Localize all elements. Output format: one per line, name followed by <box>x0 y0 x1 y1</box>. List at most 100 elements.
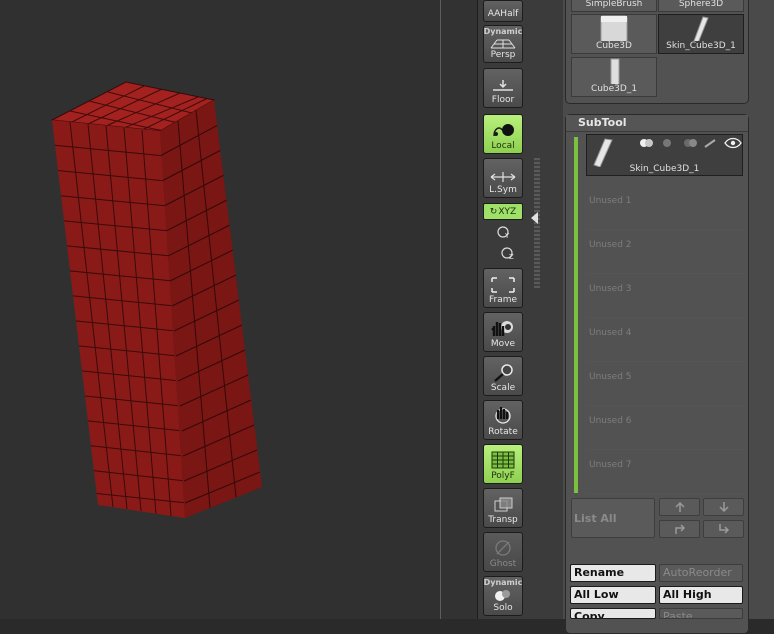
subtool-slot-unused-5[interactable]: Unused 5 <box>586 366 743 406</box>
canvas-viewport[interactable] <box>0 0 440 619</box>
z-label: Z <box>509 253 514 261</box>
symmetry-arrows-icon <box>490 172 516 182</box>
paste-label: Paste <box>663 610 693 619</box>
subtool-slot-unused-1[interactable]: Unused 1 <box>586 190 743 230</box>
subtool-slot-label: Unused 7 <box>589 460 632 470</box>
floor-button[interactable]: Floor <box>483 68 523 108</box>
arrow-up-icon <box>674 501 685 512</box>
y-label: Y <box>505 232 510 240</box>
autoreorder-label: AutoReorder <box>663 566 732 579</box>
move-down-button[interactable] <box>703 498 744 516</box>
subtool-item-active[interactable]: Skin_Cube3D_1 <box>586 134 743 176</box>
arrow-down-icon <box>718 502 729 513</box>
left-gutter <box>441 0 477 619</box>
tool-slot-skin-cube3d-1[interactable]: Skin_Cube3D_1 <box>658 14 744 54</box>
subtool-slot-unused-2[interactable]: Unused 2 <box>586 234 743 274</box>
ghost-button[interactable]: Ghost <box>483 532 523 572</box>
subtool-visibility-icons <box>640 139 716 148</box>
solo-button[interactable]: Dynamic Solo <box>483 576 523 616</box>
local-label: Local <box>491 141 515 151</box>
skin-cube-thumbnail-icon <box>593 138 613 167</box>
cube-mesh[interactable] <box>0 0 440 619</box>
all-low-button[interactable]: All Low <box>570 586 656 604</box>
tool-slot-cube3d-1[interactable]: Cube3D_1 <box>571 57 657 97</box>
tool-slot-cube3d[interactable]: Cube3D <box>571 14 657 54</box>
rotate-button[interactable]: Rotate <box>483 400 523 440</box>
move-right-up-button[interactable] <box>659 520 700 538</box>
collapse-arrow-icon[interactable] <box>531 212 538 224</box>
polyframe-grid-icon <box>491 451 515 469</box>
eye-visibility-icon[interactable] <box>724 137 742 149</box>
all-low-label: All Low <box>574 588 619 601</box>
frame-label: Frame <box>488 295 518 305</box>
tool-slot-label: Cube3D <box>596 41 632 51</box>
skin-cube-thumbnail-icon <box>693 16 709 41</box>
floor-label: Floor <box>491 95 515 105</box>
subtool-slot-label: Unused 3 <box>589 284 632 294</box>
subtool-slot-unused-6[interactable]: Unused 6 <box>586 410 743 450</box>
subtool-slot-label: Unused 6 <box>589 416 632 426</box>
local-button[interactable]: Local <box>483 114 523 154</box>
move-button[interactable]: Move <box>483 312 523 352</box>
cube-thumbnail-icon <box>600 15 628 41</box>
local-sphere-icon <box>493 124 514 137</box>
ghost-icon <box>495 540 511 556</box>
rotate-axis-icon: ↻ <box>489 206 498 217</box>
list-all-button[interactable]: List All <box>571 498 655 538</box>
aahalf-button[interactable]: AAHalf <box>483 0 523 22</box>
tool-slot-label: SimpleBrush <box>585 0 643 9</box>
paste-button[interactable]: Paste <box>659 608 743 619</box>
subtool-slot-unused-4[interactable]: Unused 4 <box>586 322 743 362</box>
move-right-down-button[interactable] <box>703 520 744 538</box>
transparency-icon <box>494 497 513 512</box>
persp-button[interactable]: Dynamic Persp <box>483 25 523 63</box>
transp-label: Transp <box>488 515 518 525</box>
all-high-label: All High <box>663 588 712 601</box>
move-up-button[interactable] <box>659 498 700 516</box>
arrow-turn-down-icon <box>718 524 729 534</box>
lsym-label: L.Sym <box>489 185 517 195</box>
polyf-button[interactable]: PolyF <box>483 444 523 484</box>
xyz-label: XYZ <box>498 206 517 217</box>
y-rotate-toggle[interactable]: Y <box>495 224 511 240</box>
tool-slot-sphere3d[interactable]: Sphere3D <box>658 0 744 12</box>
perspective-grid-icon <box>490 39 516 49</box>
solo-spheres-icon <box>495 590 510 601</box>
floor-icon <box>493 80 513 91</box>
subtool-scrollbar[interactable] <box>574 137 578 493</box>
frame-button[interactable]: Frame <box>483 268 523 308</box>
tool-slot-label: Skin_Cube3D_1 <box>666 41 736 51</box>
subtool-slot-unused-7[interactable]: Unused 7 <box>586 454 743 494</box>
xyz-rotate-toggle[interactable]: ↻ XYZ <box>483 203 523 220</box>
subtool-slot-label: Unused 1 <box>589 196 632 206</box>
tool-slot-label: Cube3D_1 <box>590 84 638 94</box>
scale-button[interactable]: Scale <box>483 356 523 396</box>
polyf-label: PolyF <box>491 471 515 481</box>
subtool-slot-label: Unused 4 <box>589 328 632 338</box>
all-high-button[interactable]: All High <box>659 586 743 604</box>
subtool-slot-label: Unused 2 <box>589 240 632 250</box>
subtool-title: SubTool <box>578 116 627 129</box>
list-all-label: List All <box>574 512 617 525</box>
copy-button[interactable]: Copy <box>570 608 656 619</box>
subtool-header[interactable]: SubTool <box>566 115 748 132</box>
scale-label: Scale <box>490 383 516 393</box>
arrow-turn-up-icon <box>674 524 685 534</box>
subtool-slot-unused-3[interactable]: Unused 3 <box>586 278 743 318</box>
z-rotate-toggle[interactable]: Z <box>499 245 515 261</box>
autoreorder-button[interactable]: AutoReorder <box>659 564 743 582</box>
scale-magnifier-icon <box>494 364 513 382</box>
copy-label: Copy <box>574 610 605 619</box>
ghost-label: Ghost <box>489 559 517 569</box>
hand-move-icon <box>491 321 513 336</box>
tool-slot-simplebrush[interactable]: SimpleBrush <box>571 0 657 12</box>
rotate-hand-icon <box>495 407 511 424</box>
move-label: Move <box>490 339 516 349</box>
persp-dynamic-label: Dynamic <box>483 27 523 36</box>
frame-icon <box>491 277 515 293</box>
transp-button[interactable]: Transp <box>483 488 523 528</box>
rename-label: Rename <box>574 566 625 579</box>
rename-button[interactable]: Rename <box>570 564 656 582</box>
persp-label: Persp <box>490 50 516 60</box>
lsym-button[interactable]: L.Sym <box>483 158 523 198</box>
